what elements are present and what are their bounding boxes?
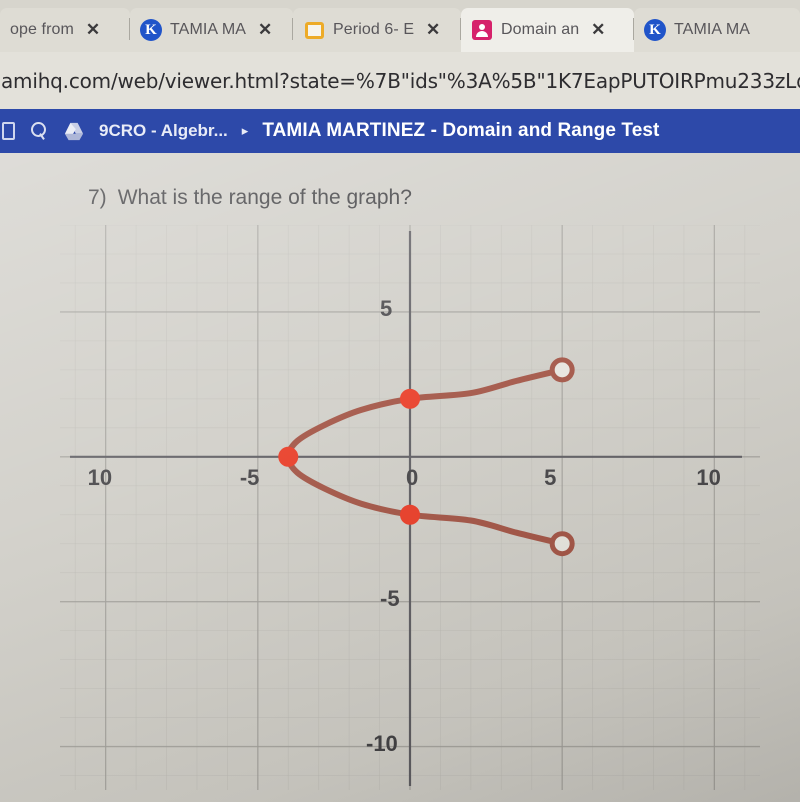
question-number: 7): [88, 186, 107, 209]
url-text: amihq.com/web/viewer.html?state=%7B"ids"…: [1, 68, 800, 93]
close-icon[interactable]: ✕: [82, 19, 104, 41]
y-tick-label: -5: [380, 585, 400, 611]
closed-point: [400, 504, 420, 525]
closed-point: [278, 446, 299, 467]
close-icon[interactable]: ✕: [422, 19, 444, 41]
screenshot-root: ope from ✕ K TAMIA MA ✕ Period 6- E ✕ Do…: [0, 0, 800, 802]
browser-tab-1[interactable]: ope from ✕: [0, 8, 130, 52]
y-tick-label: 5: [380, 295, 393, 321]
hamburger-icon[interactable]: [2, 122, 15, 140]
pink-person-icon: [471, 19, 493, 41]
worksheet-page: 7) What is the range of the graph? 10 -5 0 5…: [0, 153, 800, 802]
tab-title: Domain an: [501, 21, 580, 38]
browser-address-bar[interactable]: amihq.com/web/viewer.html?state=%7B"ids"…: [0, 52, 800, 109]
kahoot-k-icon: K: [644, 19, 666, 41]
question-text: 7) What is the range of the graph?: [88, 186, 412, 210]
chevron-right-icon: ▸: [241, 123, 249, 138]
question-body: What is the range of the graph?: [117, 186, 412, 209]
coordinate-graph: 10 -5 0 5 10 5 -5 -10: [60, 225, 760, 790]
close-icon[interactable]: ✕: [254, 19, 276, 41]
y-tick-label: -10: [366, 730, 398, 756]
open-point: [549, 531, 575, 557]
tab-title: TAMIA MA: [170, 21, 247, 38]
kahoot-k-icon: K: [140, 19, 162, 41]
tab-title: ope from: [10, 21, 74, 38]
x-tick-label: -5: [239, 464, 260, 490]
search-icon[interactable]: [29, 121, 49, 141]
breadcrumb[interactable]: 9CRO - Algebr...: [99, 121, 228, 141]
closed-point: [400, 388, 420, 409]
document-title: TAMIA MARTINEZ - Domain and Range Test: [262, 120, 660, 141]
google-drive-icon: [63, 121, 85, 141]
x-tick-label: 10: [696, 464, 721, 490]
open-point: [549, 357, 575, 383]
browser-tab-5[interactable]: K TAMIA MA: [634, 8, 800, 52]
x-tick-label: 10: [87, 464, 113, 490]
browser-tab-2[interactable]: K TAMIA MA ✕: [130, 8, 293, 52]
close-icon[interactable]: ✕: [587, 19, 609, 41]
x-tick-label: 0: [406, 464, 419, 490]
tab-title: TAMIA MA: [674, 21, 751, 38]
orange-square-icon: [303, 19, 325, 41]
browser-tab-4[interactable]: Domain an ✕: [461, 8, 634, 52]
browser-tab-strip: ope from ✕ K TAMIA MA ✕ Period 6- E ✕ Do…: [0, 0, 800, 52]
x-tick-label: 5: [544, 464, 557, 490]
tab-title: Period 6- E: [333, 21, 415, 38]
app-toolbar: 9CRO - Algebr... ▸ TAMIA MARTINEZ - Doma…: [0, 109, 800, 153]
browser-tab-3[interactable]: Period 6- E ✕: [293, 8, 461, 52]
graph-svg: [60, 225, 760, 790]
